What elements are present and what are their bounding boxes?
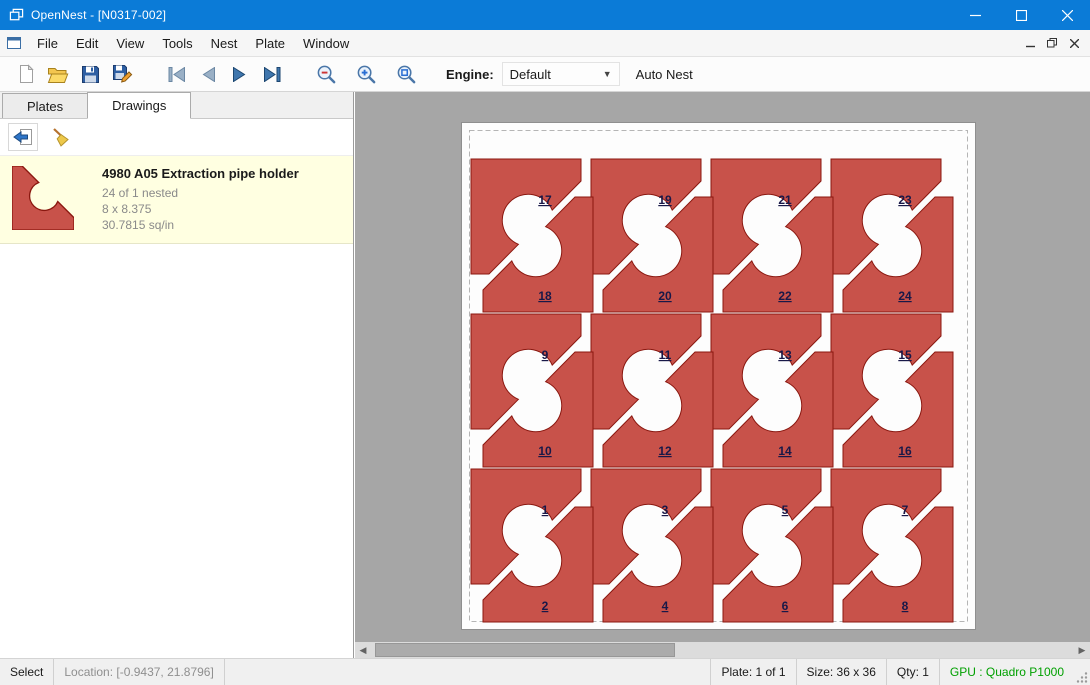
part-label: 11 <box>659 348 672 362</box>
part-label: 6 <box>782 599 789 613</box>
tab-plates[interactable]: Plates <box>2 93 88 118</box>
drawing-size: 8 x 8.375 <box>102 201 299 217</box>
menu-window[interactable]: Window <box>294 31 358 56</box>
status-location: Location: [-0.9437, 21.8796] <box>54 659 224 685</box>
drawings-toolbar <box>0 119 353 155</box>
engine-selected-value: Default <box>510 67 551 82</box>
document-icon <box>6 35 22 51</box>
part-label: 15 <box>898 348 912 362</box>
scroll-right-arrow[interactable]: ▶ <box>1074 642 1090 658</box>
main-content: Plates Drawings 4980 A05 Ext <box>0 92 1090 658</box>
part-label: 12 <box>658 444 672 458</box>
part-label: 13 <box>778 348 792 362</box>
menu-view[interactable]: View <box>107 31 153 56</box>
nest-canvas[interactable]: 171921231820222491113151012141613572468 … <box>355 92 1090 658</box>
app-icon <box>9 8 24 23</box>
resize-grip[interactable] <box>1074 659 1090 685</box>
auto-nest-button[interactable]: Auto Nest <box>636 67 693 82</box>
menu-plate[interactable]: Plate <box>246 31 294 56</box>
scrollbar-thumb[interactable] <box>375 643 675 657</box>
engine-select[interactable]: Default ▼ <box>502 62 620 86</box>
scroll-left-arrow[interactable]: ◀ <box>355 642 371 658</box>
part-label: 2 <box>542 599 549 613</box>
tab-drawings[interactable]: Drawings <box>87 92 191 119</box>
part-label: 1 <box>542 503 549 517</box>
status-mode: Select <box>0 659 54 685</box>
part-label: 19 <box>658 193 672 207</box>
part-label: 9 <box>542 348 549 362</box>
mdi-close-button[interactable] <box>1063 33 1085 53</box>
menu-file[interactable]: File <box>28 31 67 56</box>
next-plate-button[interactable] <box>224 59 256 89</box>
close-button[interactable] <box>1044 0 1090 30</box>
mdi-restore-button[interactable] <box>1041 33 1063 53</box>
part-label: 18 <box>538 289 552 303</box>
scrollbar-track[interactable] <box>371 642 1074 658</box>
sidebar: Plates Drawings 4980 A05 Ext <box>0 92 354 658</box>
part-label: 17 <box>538 193 552 207</box>
clean-button[interactable] <box>46 123 76 151</box>
chevron-down-icon: ▼ <box>603 69 612 79</box>
send-to-plate-button[interactable] <box>8 123 38 151</box>
tool-bar: Engine: Default ▼ Auto Nest <box>0 57 1090 92</box>
first-plate-button[interactable] <box>160 59 192 89</box>
mdi-minimize-button[interactable] <box>1019 33 1041 53</box>
part-label: 7 <box>902 503 909 517</box>
last-plate-button[interactable] <box>256 59 288 89</box>
horizontal-scrollbar[interactable]: ◀ ▶ <box>355 642 1090 658</box>
menu-bar: File Edit View Tools Nest Plate Window <box>0 30 1090 57</box>
part-label: 5 <box>782 503 789 517</box>
menu-nest[interactable]: Nest <box>202 31 247 56</box>
minimize-button[interactable] <box>952 0 998 30</box>
window-title: OpenNest - [N0317-002] <box>31 8 166 22</box>
plate: 171921231820222491113151012141613572468 <box>461 122 976 630</box>
part-label: 22 <box>778 289 792 303</box>
part-label: 8 <box>902 599 909 613</box>
status-bar: Select Location: [-0.9437, 21.8796] Plat… <box>0 658 1090 685</box>
status-plate: Plate: 1 of 1 <box>710 659 795 685</box>
part-label: 21 <box>778 193 792 207</box>
part-label: 10 <box>538 444 552 458</box>
engine-label: Engine: <box>446 67 494 82</box>
part-label: 4 <box>662 599 669 613</box>
open-button[interactable] <box>42 59 74 89</box>
zoom-fit-button[interactable] <box>390 59 422 89</box>
status-qty: Qty: 1 <box>886 659 939 685</box>
new-button[interactable] <box>10 59 42 89</box>
part-label: 16 <box>898 444 912 458</box>
zoom-in-button[interactable] <box>350 59 382 89</box>
title-bar: OpenNest - [N0317-002] <box>0 0 1090 30</box>
save-button[interactable] <box>74 59 106 89</box>
nest-plate: 171921231820222491113151012141613572468 <box>461 122 976 630</box>
menu-edit[interactable]: Edit <box>67 31 107 56</box>
menu-tools[interactable]: Tools <box>153 31 201 56</box>
save-as-button[interactable] <box>106 59 138 89</box>
part-thumbnail <box>12 166 74 230</box>
sidebar-tabs: Plates Drawings <box>0 92 353 119</box>
drawing-nested-count: 24 of 1 nested <box>102 185 299 201</box>
drawing-list-item[interactable]: 4980 A05 Extraction pipe holder 24 of 1 … <box>0 155 353 244</box>
status-size: Size: 36 x 36 <box>796 659 886 685</box>
drawing-area: 30.7815 sq/in <box>102 217 299 233</box>
status-gpu: GPU : Quadro P1000 <box>939 659 1074 685</box>
part-label: 3 <box>662 503 669 517</box>
zoom-out-button[interactable] <box>310 59 342 89</box>
part-label: 23 <box>898 193 912 207</box>
part-label: 24 <box>898 289 912 303</box>
part-label: 14 <box>778 444 792 458</box>
part-label: 20 <box>658 289 672 303</box>
previous-plate-button[interactable] <box>192 59 224 89</box>
drawing-title: 4980 A05 Extraction pipe holder <box>102 166 299 181</box>
maximize-button[interactable] <box>998 0 1044 30</box>
